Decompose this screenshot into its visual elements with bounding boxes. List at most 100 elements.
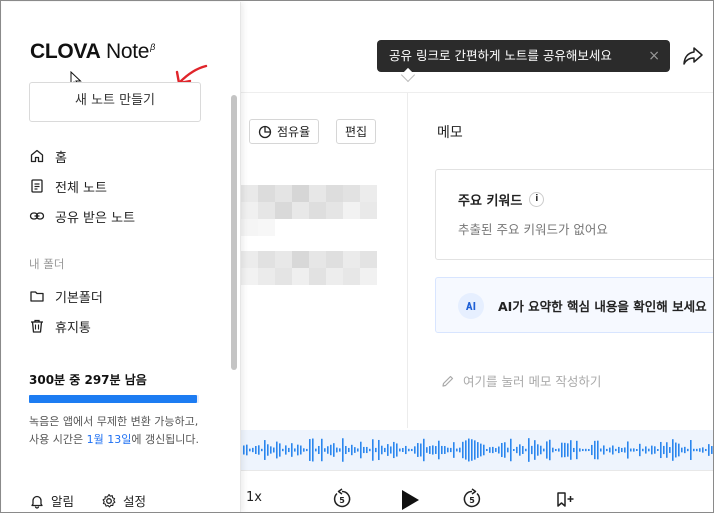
waveform-bar [366,446,368,454]
share-tooltip: 공유 링크로 간편하게 노트를 공유해보세요 × [377,40,670,72]
share-ratio-label: 점유율 [277,125,311,139]
waveform-bar [504,442,506,458]
waveform-bar [375,447,377,453]
ai-summary-banner[interactable]: AI가 요약한 핵심 내용을 확인해 보세요 [435,277,713,333]
waveform-bar [480,443,482,457]
waveform-bar [459,447,461,453]
memo-panel-title: 메모 [437,125,463,141]
waveform-bar [477,442,479,458]
waveform-bar [645,446,647,454]
waveform-bar [474,440,476,460]
ai-summary-text: AI가 요약한 핵심 내용을 확인해 보세요 [498,299,707,314]
waveform-bar [663,445,665,455]
waveform-bar [462,441,464,459]
waveform-bar [711,446,713,454]
sidebar-item-shared-notes[interactable]: 공유 받은 노트 [29,205,135,227]
player-divider [241,470,713,471]
waveform-bar [651,445,653,455]
waveform-bar [276,441,278,459]
waveform-bar [519,444,521,456]
quota-progress-fill [29,395,198,403]
link-icon [29,212,45,220]
sidebar-item-all-notes[interactable]: 전체 노트 [29,175,107,197]
add-bookmark-button[interactable] [555,491,575,509]
edit-button[interactable]: 편집 [336,119,377,144]
waveform-bar [327,446,329,454]
waveform-bar [624,447,626,453]
info-icon[interactable]: i [529,192,545,207]
waveform-bar [576,440,578,460]
sidebar-item-label: 기본폴더 [55,290,103,306]
home-icon [30,149,44,163]
waveform-bar [309,439,311,461]
waveform-bar [513,448,515,452]
new-note-button[interactable]: 새 노트 만들기 [29,82,201,122]
waveform-bar [654,446,656,454]
waveform-bar [573,447,575,453]
clova-note-logo[interactable]: CLOVA Noteβ [30,40,155,64]
waveform-bar [498,446,500,454]
waveform-bar [633,448,635,452]
waveform-bar [270,446,272,454]
waveform-bar [636,448,638,452]
sidebar-item-label: 홈 [55,150,67,166]
waveform-bar [669,447,671,453]
waveform-bar [579,448,581,452]
rewind-5-button[interactable]: 5 [331,488,353,510]
sidebar-item-default-folder[interactable]: 기본폴더 [29,285,103,307]
waveform-bar [531,445,533,455]
renewal-date-link[interactable]: 1월 13일 [87,433,132,446]
play-button[interactable] [399,488,421,512]
waveform-bar [279,443,281,457]
document-icon [31,179,43,193]
waveform-bar [249,448,251,452]
waveform-bar [453,442,455,458]
sidebar-scrollbar[interactable] [231,95,237,370]
waveform-bar [303,448,305,452]
waveform-bar [438,440,440,460]
waveform-bar [282,448,284,452]
waveform-bar [420,443,422,457]
waveform-bar [708,444,710,456]
waveform-bar [606,448,608,452]
waveform-bar [699,448,701,452]
keyword-card: 주요 키워드 i 추출된 주요 키워드가 없어요 [435,169,713,260]
waveform-bar [402,447,404,453]
share-ratio-button[interactable]: 점유율 [249,119,320,144]
waveform-bar [690,440,692,460]
forward-5-button[interactable]: 5 [461,488,483,510]
alarm-button[interactable]: 알림 [29,491,74,510]
logo-sub: Note [106,40,150,63]
waveform-bar [348,447,350,453]
waveform-bar [705,448,707,452]
waveform-bar [363,446,365,454]
waveform-bar [675,442,677,458]
waveform-bar [591,444,593,456]
waveform-bar [696,448,698,452]
waveform-bar [660,441,662,459]
audio-waveform[interactable] [241,430,714,470]
waveform-bar [243,445,245,455]
waveform-bar [465,440,467,460]
waveform-bar [426,447,428,453]
waveform-bar [456,448,458,452]
memo-input[interactable]: 여기를 눌러 메모 작성하기 [441,371,601,390]
waveform-bar [522,446,524,454]
sidebar-item-trash[interactable]: 휴지통 [29,315,91,337]
waveform-bar [549,439,551,461]
waveform-bar [612,445,614,455]
sidebar-item-home[interactable]: 홈 [29,145,67,167]
waveform-bar [639,443,641,457]
waveform-bar [321,438,323,462]
pie-chart-icon [258,125,272,138]
playback-speed-button[interactable]: 1x [246,490,262,505]
waveform-bar [369,448,371,452]
waveform-bar [339,448,341,452]
waveform-bar [687,448,689,452]
share-arrow-icon[interactable] [681,45,705,67]
bookmark-add-icon [557,492,574,507]
tooltip-close-icon[interactable]: × [648,40,660,72]
waveform-bar [666,442,668,458]
waveform-bar [681,447,683,453]
settings-button[interactable]: 설정 [101,491,146,510]
